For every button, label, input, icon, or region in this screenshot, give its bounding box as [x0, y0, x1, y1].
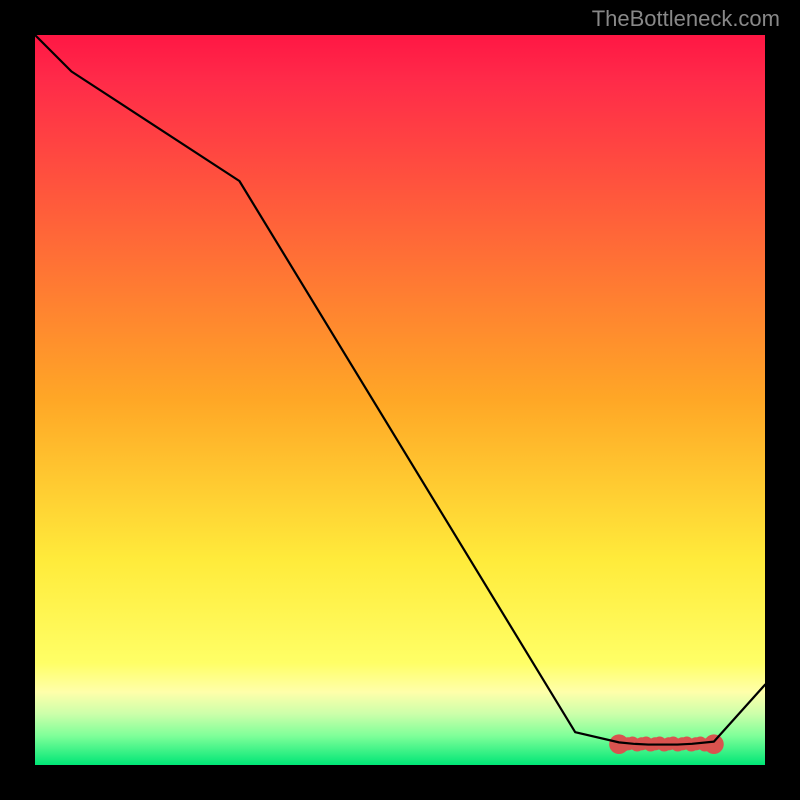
plot-area — [35, 35, 765, 765]
gradient-background — [35, 35, 765, 765]
chart-container: TheBottleneck.com — [0, 0, 800, 800]
chart-svg — [35, 35, 765, 765]
marker-end-dot — [609, 734, 629, 754]
marker-end-dot — [704, 734, 724, 754]
attribution-label: TheBottleneck.com — [592, 6, 780, 32]
